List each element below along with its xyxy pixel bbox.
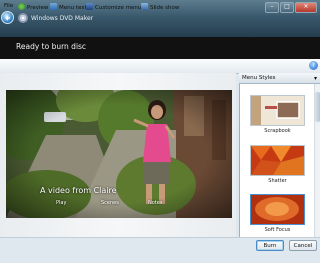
menu-text-icon [50, 3, 57, 10]
help-icon[interactable]: ? [309, 61, 318, 70]
style-thumb-scrapbook[interactable] [250, 95, 305, 126]
scrapbook-thumbnail [251, 96, 304, 125]
window-title: Windows DVD Maker [31, 15, 94, 22]
slide-show-icon [141, 3, 148, 10]
menu-title-text: A video from Claire [40, 186, 117, 195]
menu-styles-label: Menu Styles [242, 75, 276, 81]
file-menu-label: File [4, 3, 14, 9]
shatter-thumbnail [251, 146, 304, 175]
page-title: Ready to burn disc [16, 42, 87, 51]
customize-menu-icon [86, 3, 93, 10]
menu-text-label: Menu text [59, 5, 87, 11]
style-label-shatter: Shatter [268, 178, 287, 184]
minimize-button[interactable]: – [265, 2, 279, 13]
back-arrow-icon [5, 15, 10, 21]
preview-image [6, 90, 232, 218]
preview-label: Preview [27, 5, 49, 11]
soft-focus-thumbnail [251, 195, 304, 224]
menu-scenes-button[interactable]: Scenes [101, 200, 119, 206]
style-label-scrapbook: Scrapbook [264, 128, 291, 134]
menu-play-button[interactable]: Play [56, 200, 66, 206]
cancel-button[interactable]: Cancel [289, 240, 317, 251]
play-icon [18, 3, 25, 10]
menu-preview [6, 90, 232, 218]
toolbar-preview[interactable]: Preview [18, 3, 48, 11]
window-controls: – □ ✕ [265, 2, 317, 13]
toolbar-menu-text[interactable]: Menu text [50, 3, 87, 11]
back-button[interactable] [1, 11, 14, 24]
style-label-soft-focus: Soft Focus [264, 227, 291, 233]
toolbar-file[interactable]: File [4, 3, 13, 9]
toolbar [0, 59, 320, 74]
toolbar-customize-menu[interactable]: Customize menu [86, 3, 141, 11]
chevron-down-icon: ▾ [313, 75, 317, 82]
toolbar-slide-show[interactable]: Slide show [141, 3, 179, 11]
menu-notes-button[interactable]: Notes [148, 200, 162, 206]
dvd-maker-app-icon [18, 13, 28, 23]
customize-menu-label: Customize menu [95, 5, 142, 11]
styles-scrollbar-thumb[interactable] [315, 92, 320, 122]
close-button[interactable]: ✕ [295, 2, 317, 13]
style-thumb-soft-focus[interactable] [250, 194, 305, 225]
burn-button[interactable]: Burn [256, 240, 284, 251]
menu-styles-header[interactable]: Menu Styles ▾ [239, 73, 320, 84]
maximize-button[interactable]: □ [280, 2, 294, 13]
slide-show-label: Slide show [150, 5, 180, 11]
style-thumb-shatter[interactable] [250, 145, 305, 176]
